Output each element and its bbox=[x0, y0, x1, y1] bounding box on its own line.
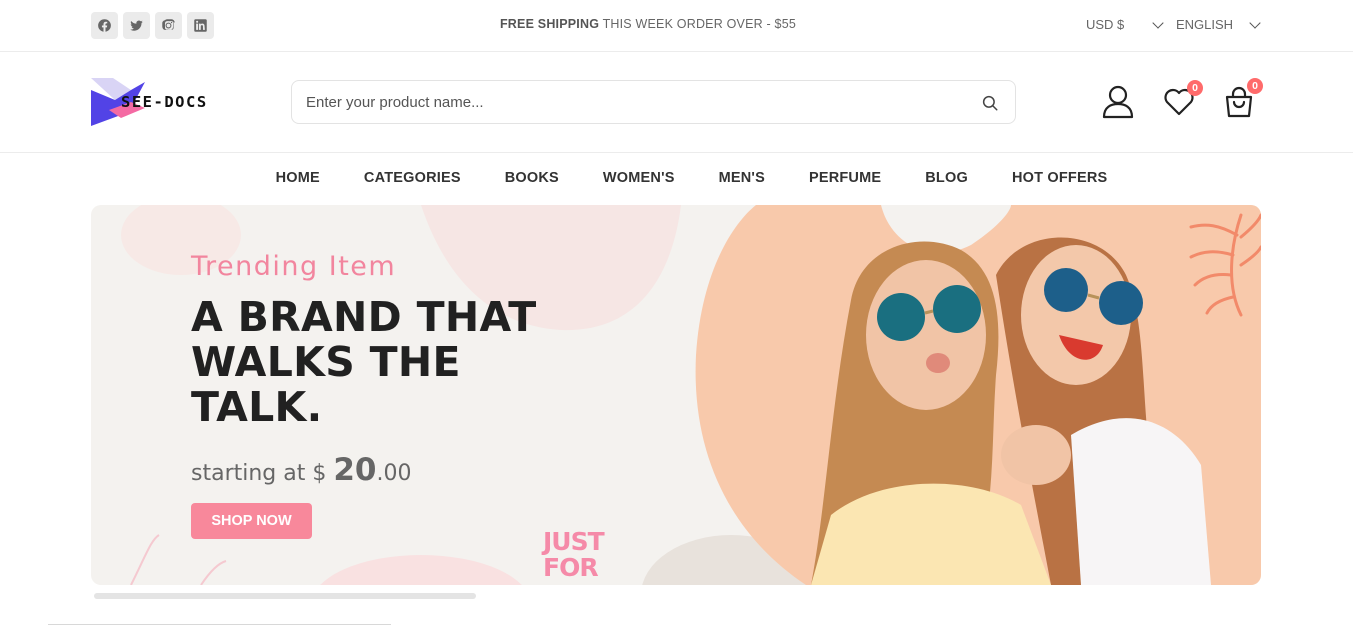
currency-label: USD $ bbox=[1086, 17, 1125, 32]
nav-item-perfume[interactable]: PERFUME bbox=[787, 154, 903, 186]
main-nav: HOME CATEGORIES BOOKS WOMEN'S MEN'S PERF… bbox=[0, 154, 1353, 204]
hero-subtitle: Trending Item bbox=[191, 251, 397, 282]
promo-bold: FREE SHIPPING bbox=[499, 17, 600, 31]
wishlist-count-badge: 0 bbox=[1187, 80, 1203, 96]
top-bar: FREE SHIPPING THIS WEEK ORDER OVER - $55… bbox=[0, 0, 1353, 52]
cart-button[interactable]: 0 bbox=[1223, 78, 1263, 123]
hero-headline-line: TALK. bbox=[191, 383, 323, 431]
hero-price: starting at $ 20.00 bbox=[191, 452, 611, 488]
cart-count-badge: 0 bbox=[1247, 78, 1263, 94]
hero-headline-line: A BRAND THAT bbox=[191, 293, 537, 341]
hero-headline-line: WALKS THE bbox=[191, 338, 461, 386]
price-main: 20 bbox=[333, 452, 377, 488]
hero-headline: A BRAND THAT WALKS THE TALK. bbox=[191, 295, 611, 430]
nav-item-hot-offers[interactable]: HOT OFFERS bbox=[990, 154, 1129, 186]
logo-text: SEE-DOCS bbox=[121, 93, 208, 111]
search-input[interactable] bbox=[306, 81, 966, 123]
nav-item-books[interactable]: BOOKS bbox=[483, 154, 581, 186]
currency-select[interactable]: USD $ bbox=[1086, 16, 1164, 32]
wishlist-button[interactable]: 0 bbox=[1163, 80, 1203, 121]
nav-item-mens[interactable]: MEN'S bbox=[697, 154, 787, 186]
chevron-down-icon bbox=[1249, 16, 1261, 29]
shop-now-button[interactable]: SHOP NOW bbox=[191, 503, 312, 539]
nav-item-home[interactable]: HOME bbox=[254, 154, 342, 186]
account-button[interactable] bbox=[1102, 85, 1134, 124]
just-for-sticker: JUST FOR bbox=[543, 527, 605, 582]
nav-item-categories[interactable]: CATEGORIES bbox=[342, 154, 483, 186]
price-cents: .00 bbox=[376, 461, 412, 486]
price-prefix: starting at $ bbox=[191, 461, 334, 486]
slider-scrollbar[interactable] bbox=[94, 593, 476, 599]
language-select[interactable]: ENGLISH bbox=[1176, 16, 1261, 32]
nav-list: HOME CATEGORIES BOOKS WOMEN'S MEN'S PERF… bbox=[0, 154, 1353, 186]
site-logo[interactable]: SEE-DOCS bbox=[91, 76, 231, 128]
hero-content: Trending Item A BRAND THAT WALKS THE TAL… bbox=[191, 251, 611, 539]
main-header: SEE-DOCS 0 0 bbox=[0, 53, 1353, 153]
sticker-line: JUST bbox=[543, 527, 605, 556]
search-bar bbox=[291, 80, 1016, 124]
hero-banner: Trending Item A BRAND THAT WALKS THE TAL… bbox=[91, 205, 1261, 585]
language-label: ENGLISH bbox=[1176, 17, 1234, 32]
promo-rest: THIS WEEK ORDER OVER - $55 bbox=[599, 17, 797, 31]
nav-item-blog[interactable]: BLOG bbox=[903, 154, 990, 186]
sticker-line: FOR bbox=[543, 553, 599, 582]
search-icon[interactable] bbox=[981, 94, 999, 112]
section-divider bbox=[48, 624, 391, 625]
chevron-down-icon bbox=[1152, 16, 1164, 29]
nav-item-womens[interactable]: WOMEN'S bbox=[581, 154, 697, 186]
user-icon bbox=[1102, 85, 1134, 119]
